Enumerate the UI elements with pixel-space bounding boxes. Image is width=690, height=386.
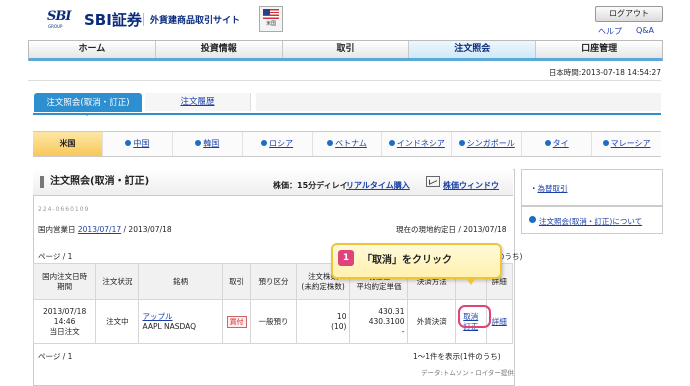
stock-link[interactable]: アップル	[142, 312, 172, 321]
country-china-label[interactable]: 中国	[133, 139, 149, 148]
realtime-purchase-link[interactable]: リアルタイム購入	[346, 180, 410, 191]
order-inquiry-help-link[interactable]: 注文照会(取消・訂正)について	[539, 216, 642, 227]
sbi-logo: SBI GROUP	[47, 9, 83, 29]
tab-filler	[256, 93, 661, 111]
callout-text: 「取消」をクリック	[362, 255, 452, 266]
cell-status: 注文中	[95, 299, 140, 344]
country-singapore-label[interactable]: シンガポール	[467, 139, 515, 148]
callout-step-number: 1	[338, 250, 354, 266]
info-bullet-icon	[529, 216, 536, 223]
tab-order-history[interactable]: 注文履歴	[145, 93, 251, 111]
side-box-forex: ・為替取引	[521, 169, 663, 206]
sbi-logo-group: GROUP	[48, 24, 63, 29]
us-flag-icon[interactable]: 米国	[259, 6, 283, 32]
tab-order-cancel-modify[interactable]: 注文照会(取消・訂正)	[34, 93, 142, 116]
country-us-label: 米国	[59, 139, 76, 148]
bullet-icon	[602, 140, 609, 146]
data-source: データ:トムソン・ロイター提供	[421, 369, 514, 377]
pagination-top: ページ / 1	[38, 252, 73, 261]
local-contract-date: 現在の現地約定日 / 2013/07/18	[396, 225, 507, 234]
bullet-icon	[261, 140, 268, 146]
country-vietnam-label[interactable]: ベトナム	[335, 139, 367, 148]
table-row: 2013/07/18 14:46 当日注文 注文中 アップル AAPL NASDA…	[32, 299, 514, 344]
country-malaysia[interactable]: マレーシア	[592, 132, 661, 156]
business-date-second: / 2013/07/18	[123, 225, 172, 234]
bullet-icon	[388, 140, 395, 146]
tab-order-history-label[interactable]: 注文履歴	[180, 97, 214, 107]
cell-settlement: 外貨決済	[407, 299, 456, 344]
result-count: 1～1件を表示(1件のうち)	[413, 352, 501, 361]
bullet-icon	[195, 140, 202, 146]
flag-graphic	[263, 9, 279, 19]
flag-label: 米国	[265, 21, 276, 27]
col-trade: 取引	[221, 263, 252, 300]
cancel-highlight-ring	[458, 305, 491, 328]
page-title: 注文照会(取消・訂正)	[40, 176, 149, 188]
logout-button[interactable]: ログアウト	[595, 6, 663, 22]
divider	[28, 80, 661, 81]
pagination-bottom: ページ / 1	[38, 352, 73, 361]
main-nav: ホーム 投資情報 取引 注文照会 口座管理	[28, 40, 663, 61]
country-china[interactable]: 中国	[103, 132, 173, 156]
qa-link[interactable]: Q&A	[636, 26, 654, 35]
bullet-icon	[544, 140, 551, 146]
japan-datetime: 日本時間:2013-07-18 14:54:27	[548, 68, 661, 77]
stock-window-link[interactable]: 株価ウィンドウ	[443, 180, 499, 191]
cell-deposit: 一般預り	[250, 299, 297, 344]
country-russia[interactable]: ロシア	[243, 132, 313, 156]
nav-order-inquiry[interactable]: 注文照会	[409, 41, 537, 58]
country-korea-label[interactable]: 韓国	[203, 139, 219, 148]
country-indonesia-label[interactable]: インドネシア	[397, 139, 445, 148]
col-stock: 銘柄	[138, 263, 223, 300]
sbi-logo-text: SBI	[47, 9, 71, 24]
help-link[interactable]: ヘルプ	[598, 26, 622, 37]
side-box-help: 注文照会(取消・訂正)について	[521, 206, 663, 234]
stock-code: AAPL NASDAQ	[142, 321, 197, 331]
col-status: 注文状況	[95, 263, 140, 300]
nav-investment-info[interactable]: 投資情報	[156, 41, 283, 58]
country-russia-label[interactable]: ロシア	[269, 139, 293, 148]
country-thailand[interactable]: タイ	[522, 132, 593, 156]
country-vietnam[interactable]: ベトナム	[313, 132, 383, 156]
business-date-label: 国内営業日	[38, 225, 76, 234]
detail-link[interactable]: 詳細	[492, 317, 507, 326]
bullet-icon	[458, 140, 465, 146]
chart-window-icon[interactable]	[426, 176, 440, 187]
country-malaysia-label[interactable]: マレーシア	[611, 139, 651, 148]
nav-trade[interactable]: 取引	[283, 41, 410, 58]
bullet-icon	[327, 140, 334, 146]
nav-account[interactable]: 口座管理	[536, 41, 662, 58]
stock-delay-note: 株価：15分ディレイ	[273, 181, 348, 190]
nav-home[interactable]: ホーム	[29, 41, 156, 58]
brand-name: SBI証券	[84, 11, 142, 29]
col-deposit: 預り区分	[250, 263, 297, 300]
business-date: 国内営業日 2013/07/17 / 2013/07/18	[38, 224, 172, 235]
side-link-forex-wrap: ・為替取引	[530, 184, 568, 193]
country-indonesia[interactable]: インドネシア	[382, 132, 453, 156]
business-date-link[interactable]: 2013/07/17	[78, 225, 121, 234]
cell-datetime: 2013/07/18 14:46 当日注文	[32, 299, 97, 344]
country-korea[interactable]: 韓国	[173, 132, 243, 156]
forex-trade-link[interactable]: 為替取引	[538, 184, 568, 193]
cell-trade: 買付	[221, 299, 252, 344]
col-datetime: 国内注文日時 期間	[32, 263, 97, 300]
cell-price: 430.31 430.3100-	[349, 299, 409, 344]
country-bar: 米国 中国 韓国 ロシア ベトナム インドネシア シンガポール タイ マレーシア	[33, 131, 661, 157]
country-thailand-label[interactable]: タイ	[553, 139, 569, 148]
buy-badge: 買付	[226, 315, 247, 328]
bullet-icon	[125, 140, 132, 146]
cell-stock: アップル AAPL NASDAQ	[138, 299, 223, 344]
country-us[interactable]: 米国	[33, 132, 103, 156]
cell-quantity: 10 (10)	[295, 299, 351, 344]
country-singapore[interactable]: シンガポール	[452, 132, 523, 156]
brand-subtitle: 外貨建商品取引サイト	[143, 13, 240, 26]
account-number: 224-0660109	[38, 206, 90, 213]
